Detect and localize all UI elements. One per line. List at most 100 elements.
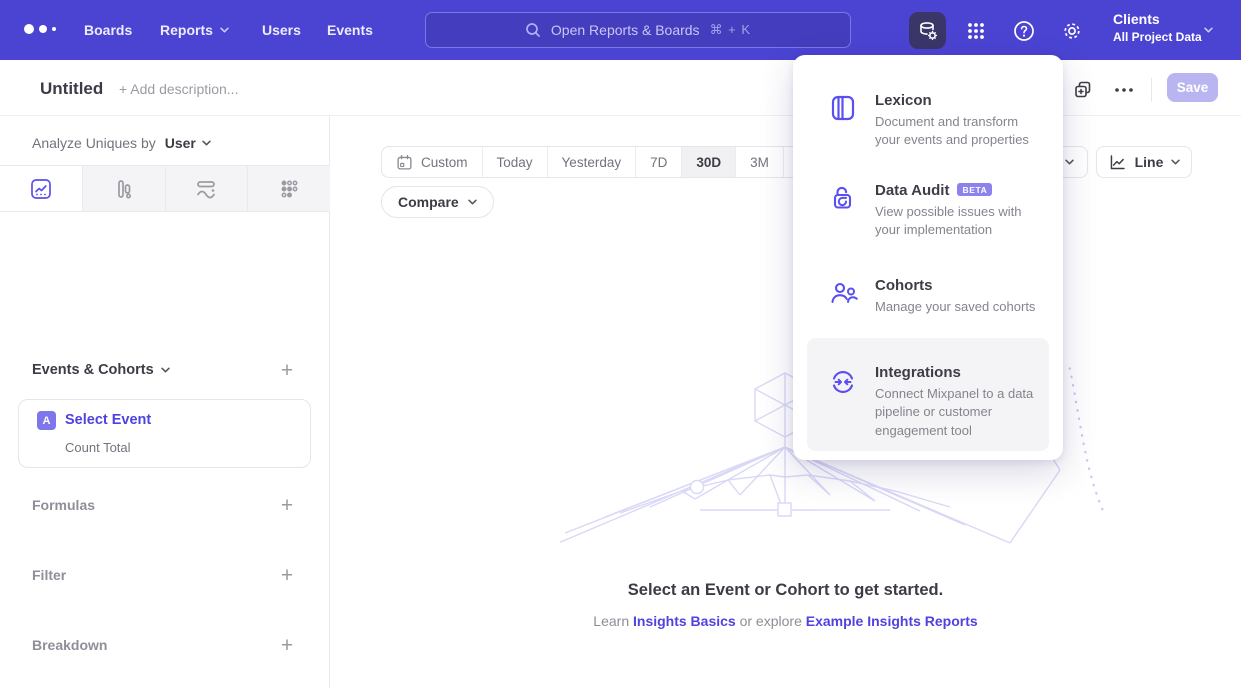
date-range-custom[interactable]: Custom [382,147,482,177]
date-range-custom-label: Custom [421,155,468,170]
mixpanel-insights-page: Boards Reports Users Events Open Reports… [0,0,1241,688]
date-range-yesterday[interactable]: Yesterday [547,147,636,177]
add-formula-button[interactable]: + [276,495,298,517]
select-event-button[interactable]: Select Event [65,412,151,428]
nav-users-label: Users [262,22,301,38]
or-explore-text: or explore [740,613,802,629]
date-range-today-label: Today [497,155,533,170]
events-cohorts-label: Events & Cohorts [32,362,154,378]
chevron-down-icon [1171,159,1180,165]
chevron-down-icon [161,367,170,373]
apps-grid-icon [965,20,987,42]
global-search-input[interactable]: Open Reports & Boards ⌘ + K [425,12,851,48]
tab-metrics[interactable] [247,166,330,211]
chevron-down-icon [1065,159,1074,165]
data-audit-title: Data Audit [875,182,949,199]
empty-state-subtitle: Learn Insights Basics or explore Example… [330,613,1241,629]
chart-type-tabs [0,165,330,212]
data-management-button[interactable] [909,12,946,49]
learn-prefix: Learn [593,613,629,629]
more-icon [1114,87,1134,93]
add-filter-button[interactable]: + [276,565,298,587]
settings-button[interactable] [1053,12,1090,49]
nav-users[interactable]: Users [262,0,301,60]
formulas-section-label: Formulas [32,497,95,513]
nav-reports-label: Reports [160,22,213,38]
beta-badge: BETA [957,183,992,196]
analyze-uniques-control: Analyze Uniques by User [32,135,211,151]
tab-bar-chart[interactable] [82,166,165,211]
account-name: Clients [1113,11,1202,27]
events-cohorts-header[interactable]: Events & Cohorts [32,362,170,378]
stacked-chart-tab-icon [194,177,218,201]
insights-basics-link[interactable]: Insights Basics [633,613,736,629]
nav-boards-label: Boards [84,22,132,38]
chevron-down-icon [468,199,477,205]
tab-stacked-chart[interactable] [165,166,248,211]
analyze-value-dropdown[interactable]: User [165,135,196,151]
example-insights-reports-link[interactable]: Example Insights Reports [806,613,978,629]
duplicate-icon [1072,79,1094,101]
line-chart-icon [1108,153,1127,172]
menu-item-integrations[interactable]: Integrations Connect Mixpanel to a data … [807,338,1049,451]
lexicon-description: Document and transform your events and p… [875,113,1045,150]
nav-reports[interactable]: Reports [160,0,229,60]
date-range-3m[interactable]: 3M [735,147,783,177]
top-navbar: Boards Reports Users Events Open Reports… [0,0,1241,60]
chevron-down-icon [1204,27,1213,33]
nav-boards[interactable]: Boards [84,0,132,60]
save-button[interactable]: Save [1167,73,1218,102]
metrics-tab-icon [277,177,301,201]
date-range-30d[interactable]: 30D [681,147,735,177]
data-management-menu: Lexicon Document and transform your even… [793,55,1063,460]
gear-icon [1060,19,1084,43]
date-range-3m-label: 3M [750,155,769,170]
data-audit-description: View possible issues with your implement… [875,203,1045,240]
query-builder-sidebar: Analyze Uniques by User [0,116,330,688]
data-management-icon [917,20,939,42]
chart-type-dropdown[interactable]: Line [1096,146,1192,178]
report-title[interactable]: Untitled [40,79,103,99]
date-range-30d-label: 30D [696,155,721,170]
project-switcher[interactable]: Clients All Project Data [1113,11,1202,44]
cohorts-title: Cohorts [875,277,933,294]
integrations-description: Connect Mixpanel to a data pipeline or c… [875,385,1035,440]
event-letter-badge: A [37,411,56,430]
lexicon-title: Lexicon [875,92,932,109]
add-description-field[interactable]: + Add description... [119,81,238,97]
date-range-yesterday-label: Yesterday [562,155,622,170]
line-chart-tab-icon [29,177,53,201]
chevron-down-icon [202,140,211,146]
nav-events-label: Events [327,22,373,38]
cohorts-people-icon [829,279,859,307]
date-range-today[interactable]: Today [482,147,547,177]
book-icon [829,94,857,122]
chart-type-label: Line [1135,154,1164,170]
mixpanel-logo[interactable] [24,24,56,34]
search-icon [525,22,541,38]
header-divider [1151,78,1152,102]
calendar-icon [396,154,413,171]
search-shortcut: ⌘ + K [710,22,752,38]
tab-insights-line[interactable] [0,166,82,211]
compare-dropdown[interactable]: Compare [381,186,494,218]
apps-grid-button[interactable] [957,12,994,49]
add-breakdown-button[interactable]: + [276,635,298,657]
lock-audit-icon [829,184,857,212]
integrations-sync-icon [829,368,857,396]
count-total-dropdown[interactable]: Count Total [65,440,131,455]
compare-label: Compare [398,194,459,210]
nav-events[interactable]: Events [327,0,373,60]
add-event-button[interactable]: + [276,360,298,382]
date-range-7d[interactable]: 7D [635,147,681,177]
account-project: All Project Data [1113,30,1202,44]
empty-state-title: Select an Event or Cohort to get started… [330,581,1241,600]
help-button[interactable] [1005,12,1042,49]
more-options-button[interactable] [1110,76,1138,104]
date-range-7d-label: 7D [650,155,667,170]
search-placeholder: Open Reports & Boards [551,22,700,38]
event-card[interactable]: A Select Event Count Total [18,399,311,468]
breakdown-section-label: Breakdown [32,637,107,653]
analyze-prefix-label: Analyze Uniques by [32,135,156,151]
duplicate-report-button[interactable] [1069,76,1097,104]
